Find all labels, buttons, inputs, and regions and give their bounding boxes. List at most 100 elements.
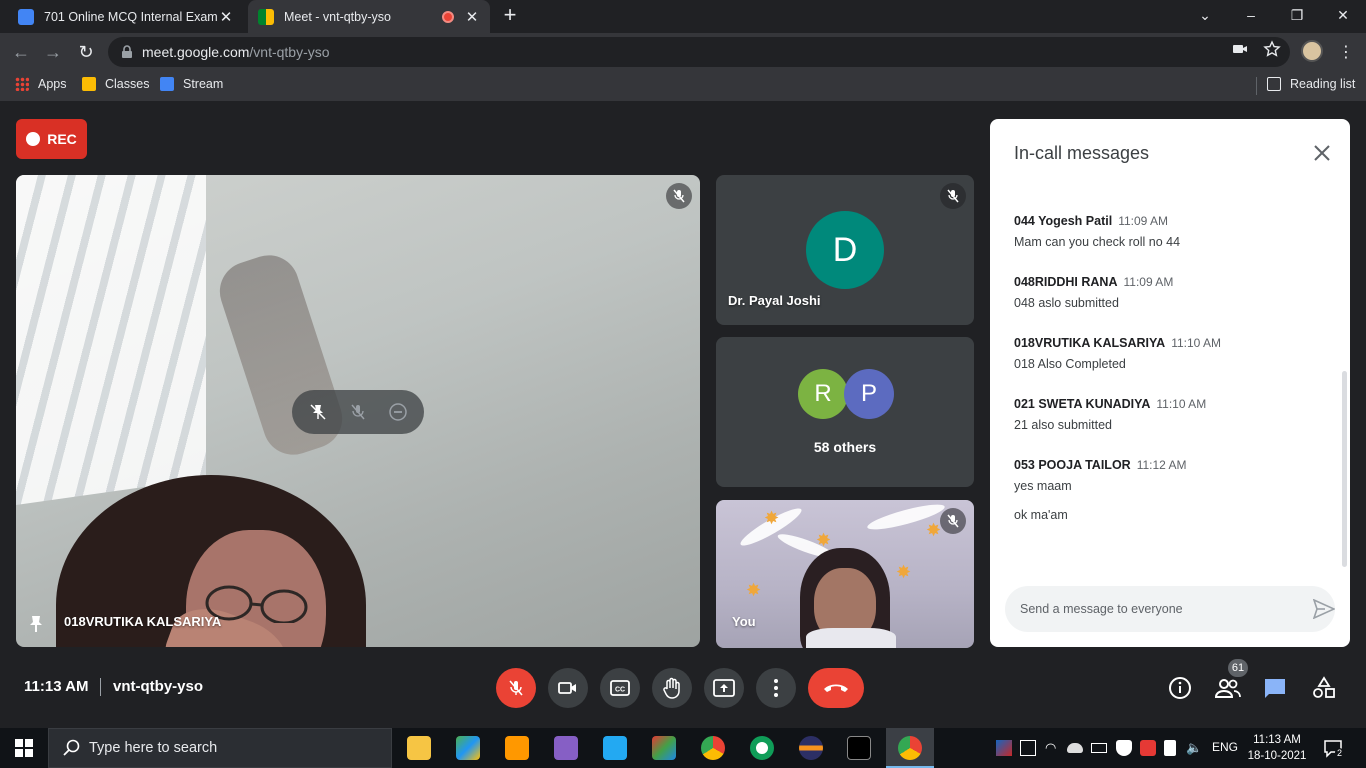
message-sender: 018VRUTIKA KALSARIYA [1014, 336, 1166, 350]
reading-list-label: Reading list [1290, 77, 1356, 91]
close-tab-icon[interactable]: ✕ [218, 8, 234, 26]
bookmark-stream[interactable]: Stream [160, 77, 223, 91]
muted-mic-icon [940, 508, 966, 534]
self-label: You [732, 614, 756, 629]
browser-toolbar: ← → ↻ meet.google.com/vnt-qtby-yso [0, 33, 1366, 71]
visual-studio-icon[interactable] [554, 736, 578, 760]
restore-icon[interactable]: ❐ [1274, 0, 1320, 30]
geogebra-icon[interactable] [456, 736, 480, 760]
recording-button[interactable]: REC [16, 119, 87, 159]
record-tray-icon[interactable] [1140, 740, 1156, 756]
meeting-details-button[interactable] [1167, 675, 1193, 701]
end-call-icon [824, 684, 848, 692]
tab-exam[interactable]: 701 Online MCQ Internal Exam ✕ [8, 0, 244, 33]
tab-search-icon[interactable]: ⌄ [1182, 0, 1228, 30]
back-icon[interactable]: ← [8, 39, 34, 65]
leave-call-button[interactable] [808, 668, 864, 708]
security-shield-icon[interactable] [1116, 740, 1132, 756]
captions-icon: CC [610, 680, 630, 696]
chrome-menu-icon[interactable]: ⋮ [1338, 42, 1354, 62]
captions-button[interactable]: CC [600, 668, 640, 708]
close-tab-icon[interactable]: ✕ [464, 8, 480, 26]
mic-toggle-button[interactable] [496, 668, 536, 708]
chrome-icon [898, 736, 922, 760]
self-video-tile[interactable]: ✸ ✸ ✸ ✸ ✸ You [716, 500, 974, 648]
bookmark-classes[interactable]: Classes [82, 77, 149, 91]
others-count: 58 others [813, 439, 877, 455]
host-tile[interactable]: D Dr. Payal Joshi [716, 175, 974, 325]
snipping-tool-icon[interactable] [652, 736, 676, 760]
main-video-tile[interactable]: 018VRUTIKA KALSARIYA [16, 175, 700, 647]
message-text: 018 Also Completed [1014, 357, 1126, 371]
chat-button[interactable] [1262, 675, 1288, 701]
star-decoration: ✸ [816, 530, 832, 550]
bookmark-label: Classes [105, 77, 150, 91]
file-explorer-icon[interactable] [407, 736, 431, 760]
volume-icon[interactable]: 🔈 [1186, 740, 1202, 756]
chat-input[interactable]: Send a message to everyone [1005, 586, 1335, 632]
vscode-icon[interactable] [603, 736, 627, 760]
rec-label: REC [47, 131, 77, 147]
svg-text:CC: CC [615, 687, 625, 694]
taskbar-search-box[interactable]: Type here to search [48, 728, 392, 768]
message-time: 11:09 AM [1118, 214, 1169, 228]
chat-scrollbar[interactable] [1342, 371, 1347, 567]
forward-icon[interactable]: → [40, 39, 66, 65]
profile-avatar[interactable] [1301, 40, 1323, 62]
participants-button[interactable] [1215, 675, 1241, 701]
address-bar[interactable]: meet.google.com/vnt-qtby-yso [108, 37, 1290, 67]
system-clock[interactable]: 11:13 AM 18-10-2021 [1246, 732, 1308, 764]
apps-grid-icon [15, 77, 29, 91]
star-decoration: ✸ [926, 520, 942, 540]
star-decoration: ✸ [746, 580, 762, 600]
terminal-icon[interactable] [847, 736, 871, 760]
system-date: 18-10-2021 [1247, 750, 1307, 762]
camera-toggle-button[interactable] [548, 668, 588, 708]
battery-icon[interactable] [1091, 743, 1107, 753]
close-window-icon[interactable]: ✕ [1320, 0, 1366, 30]
display-icon[interactable] [1020, 740, 1036, 756]
url-host: meet.google.com [142, 44, 250, 60]
sublime-text-icon[interactable] [505, 736, 529, 760]
reload-icon[interactable]: ↻ [73, 39, 99, 65]
camera-permission-icon[interactable] [1231, 40, 1249, 58]
whatsapp-like-icon[interactable] [750, 736, 774, 760]
host-name: Dr. Payal Joshi [728, 293, 821, 308]
reading-list-icon [1267, 77, 1281, 91]
others-tile[interactable]: R P 58 others [716, 337, 974, 487]
tray-app-icon[interactable] [996, 740, 1012, 756]
raise-hand-button[interactable] [652, 668, 692, 708]
eclipse-icon[interactable] [799, 736, 823, 760]
usb-device-icon[interactable] [1164, 740, 1176, 756]
more-options-button[interactable] [756, 668, 796, 708]
tab-meet[interactable]: Meet - vnt-qtby-yso ✕ [248, 0, 490, 33]
recording-indicator-icon [442, 10, 454, 23]
start-button[interactable] [0, 728, 48, 768]
meet-favicon-icon [258, 8, 274, 25]
reading-list-button[interactable]: Reading list [1267, 77, 1355, 91]
unpin-icon[interactable] [303, 397, 333, 427]
message-text: Mam can you check roll no 44 [1014, 235, 1181, 249]
wifi-icon[interactable]: ◠ [1045, 740, 1061, 756]
message-sender: 048RIDDHI RANA [1014, 275, 1118, 289]
close-icon[interactable] [1310, 141, 1334, 165]
activities-button[interactable] [1311, 675, 1337, 701]
minimize-icon[interactable]: – [1228, 0, 1274, 30]
send-icon[interactable] [1313, 599, 1335, 619]
mute-participant-icon[interactable] [343, 397, 373, 427]
present-screen-button[interactable] [704, 668, 744, 708]
classroom-icon [82, 77, 96, 91]
bookmark-star-icon[interactable] [1263, 40, 1281, 58]
bookmark-label: Stream [183, 77, 224, 91]
star-decoration: ✸ [764, 508, 780, 528]
onedrive-cloud-icon[interactable] [1067, 743, 1083, 753]
input-language[interactable]: ENG [1212, 740, 1238, 754]
message-sender: 021 SWETA KUNADIYA [1014, 397, 1151, 411]
bookmark-apps[interactable]: Apps [15, 77, 67, 91]
remove-participant-icon[interactable] [383, 397, 413, 427]
chrome-icon[interactable] [701, 736, 725, 760]
notification-count: 2 [1335, 748, 1345, 758]
muted-mic-icon [666, 183, 692, 209]
chrome-active-app[interactable] [886, 728, 934, 768]
new-tab-button[interactable]: + [498, 4, 522, 28]
